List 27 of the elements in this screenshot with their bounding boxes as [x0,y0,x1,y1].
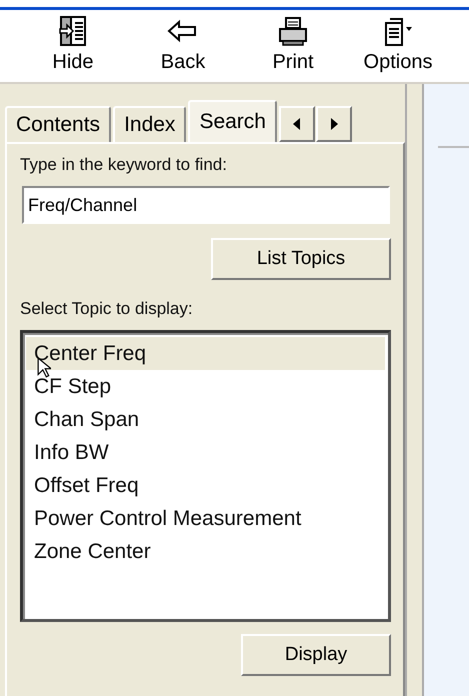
back-arrow-icon [167,19,199,43]
topic-item[interactable]: Chan Span [26,403,385,436]
scroll-left-button[interactable] [278,106,315,142]
tab[interactable]: Search [188,100,277,142]
display-button[interactable]: Display [241,634,391,676]
topic-item[interactable]: Info BW [26,436,385,469]
right-triangle-icon [330,118,338,130]
toolbar-button[interactable]: Hide [18,10,128,82]
topic-item[interactable]: Zone Center [26,535,385,568]
topic-label: Select Topic to display: [20,298,194,320]
scroll-right-button[interactable] [316,106,352,142]
topic-item[interactable]: Offset Freq [26,469,385,502]
hide-pane-icon [57,15,89,47]
printer-icon [277,15,309,47]
keyword-field[interactable]: Freq/Channel [22,186,390,224]
topic-item[interactable]: Center Freq [26,337,385,370]
keyword-label: Type in the keyword to find: [20,154,228,176]
tab[interactable]: Contents [5,106,112,142]
toolbar-button[interactable]: Print [238,10,348,82]
left-triangle-icon [292,118,301,130]
options-icon [382,15,414,47]
tab[interactable]: Index [113,106,186,142]
toolbar-button[interactable]: Back [128,10,238,82]
toolbar-button[interactable]: Options [348,10,448,82]
list-topics-button[interactable]: List Topics [211,238,391,280]
topic-item[interactable]: CF Step [26,370,385,403]
topic-item[interactable]: Power Control Measurement [26,502,385,535]
